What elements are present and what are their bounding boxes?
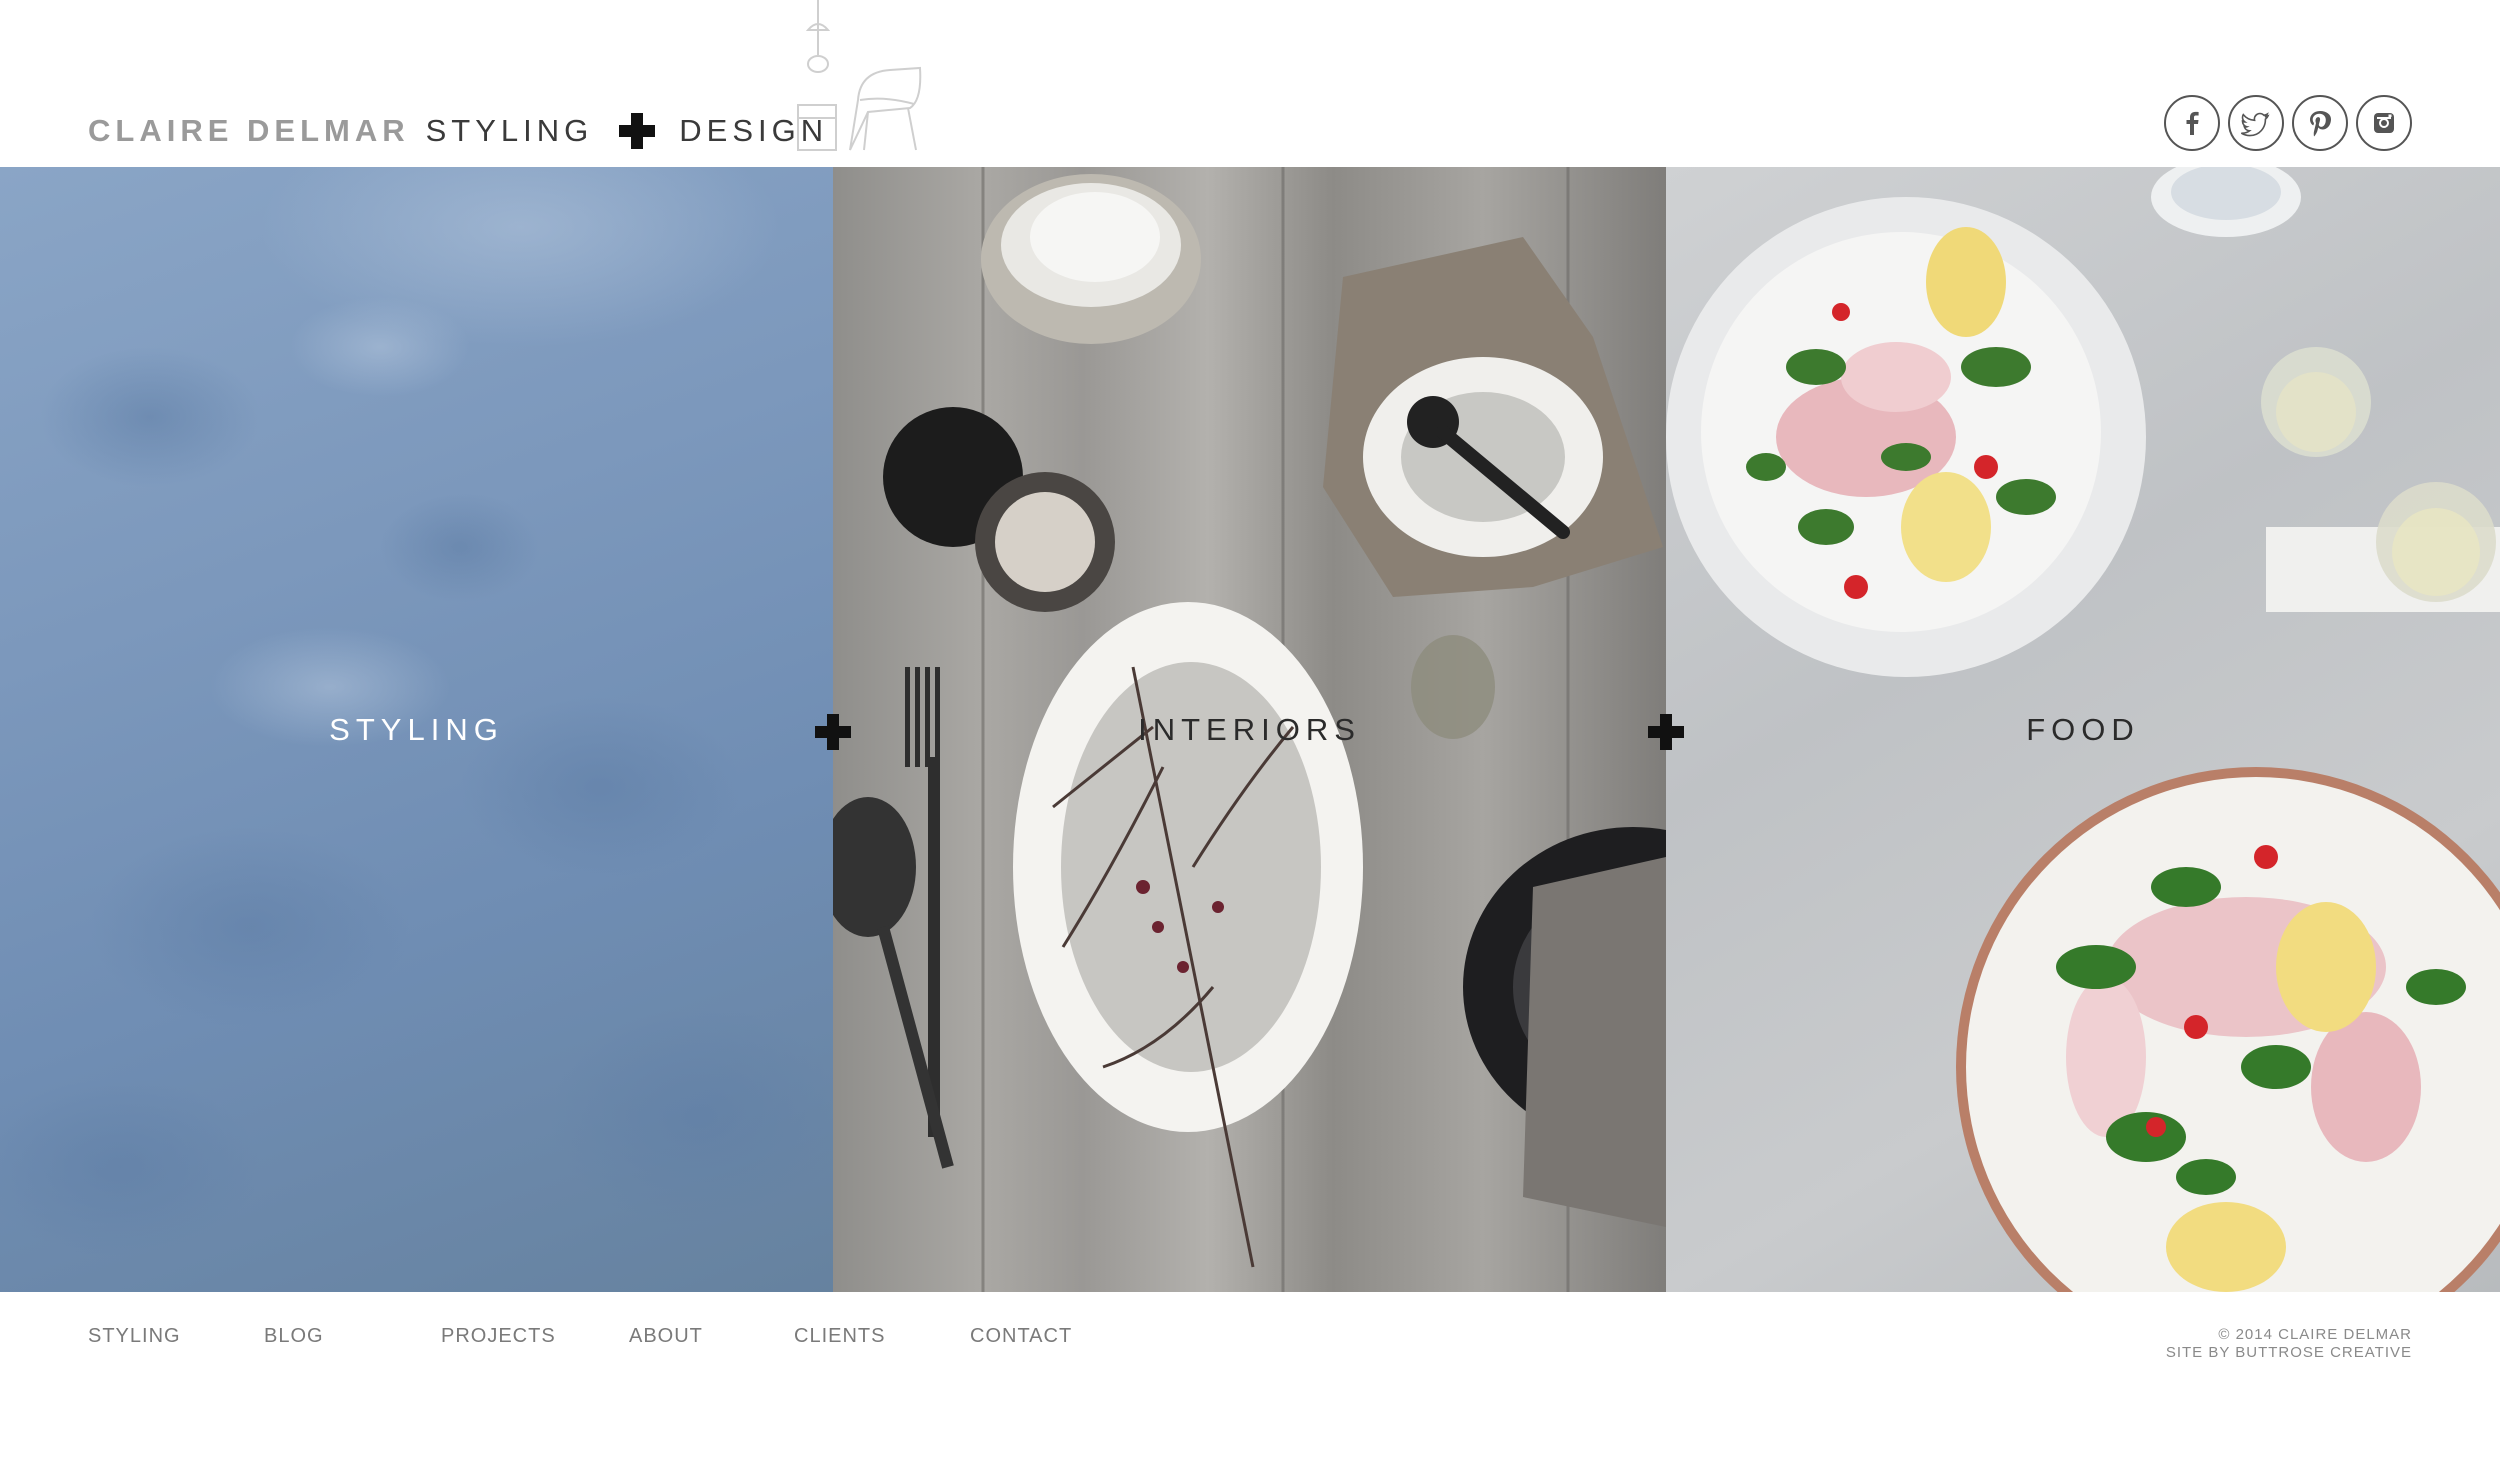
panel-styling[interactable]: STYLING <box>0 167 833 1292</box>
panel-food[interactable]: FOOD <box>1666 167 2500 1292</box>
panel-interiors[interactable]: INTERIORS <box>833 167 1666 1292</box>
panel-label-interiors: INTERIORS <box>1138 712 1361 747</box>
category-panels: STYLING INTERIORS FOOD <box>0 167 2500 1292</box>
footer-nav-clients[interactable]: CLIENTS <box>794 1325 885 1348</box>
copyright-text: © 2014 CLAIRE DELMAR <box>2218 1326 2412 1343</box>
pinterest-icon[interactable] <box>2292 95 2348 151</box>
site-header: CLAIRE DELMAR STYLING DESIGN <box>0 0 2500 167</box>
footer-nav-contact[interactable]: CONTACT <box>970 1325 1072 1348</box>
panel-label-styling: STYLING <box>329 712 504 747</box>
site-footer: STYLING BLOG PROJECTS ABOUT CLIENTS CONT… <box>0 1292 2500 1459</box>
footer-credits: © 2014 CLAIRE DELMAR SITE BY BUTTROSE CR… <box>2166 1326 2412 1362</box>
site-logo[interactable]: CLAIRE DELMAR STYLING DESIGN <box>88 110 828 152</box>
brand-name: CLAIRE DELMAR <box>88 113 410 148</box>
plus-divider-icon <box>815 714 851 750</box>
panel-label-food: FOOD <box>2026 712 2140 747</box>
footer-nav-about[interactable]: ABOUT <box>629 1325 703 1348</box>
plus-divider-icon <box>1648 714 1684 750</box>
lamp-chair-illustration <box>797 0 922 151</box>
footer-nav-blog[interactable]: BLOG <box>264 1325 324 1348</box>
footer-nav-styling[interactable]: STYLING <box>88 1325 181 1348</box>
twitter-icon[interactable] <box>2228 95 2284 151</box>
footer-nav-projects[interactable]: PROJECTS <box>441 1325 556 1348</box>
site-credit-link[interactable]: SITE BY BUTTROSE CREATIVE <box>2166 1344 2412 1362</box>
facebook-icon[interactable] <box>2164 95 2220 151</box>
brand-styling: STYLING <box>425 113 594 148</box>
instagram-icon[interactable] <box>2356 95 2412 151</box>
plus-icon <box>619 113 656 149</box>
social-links <box>2164 95 2412 151</box>
